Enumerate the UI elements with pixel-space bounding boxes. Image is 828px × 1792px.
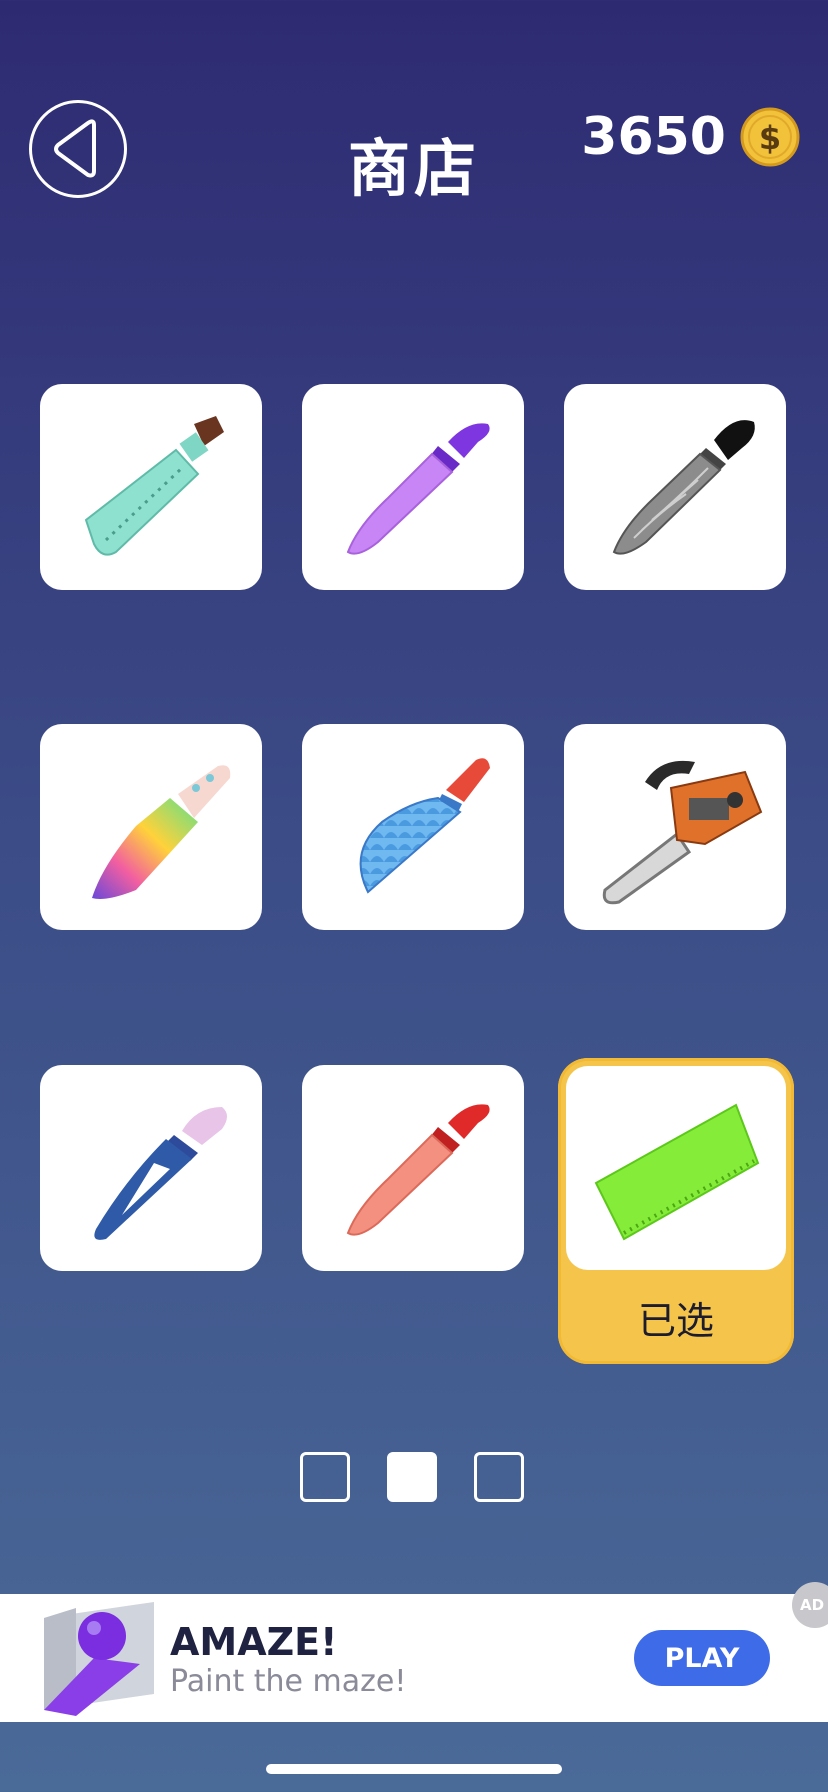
page-indicator-2[interactable] bbox=[387, 1452, 437, 1502]
chef-knife-purple-icon bbox=[346, 423, 490, 555]
shop-item-9[interactable] bbox=[566, 1066, 786, 1270]
chainsaw-icon bbox=[602, 760, 763, 905]
ad-subtitle: Paint the maze! bbox=[170, 1664, 407, 1699]
page-indicator-1[interactable] bbox=[300, 1452, 350, 1502]
ad-play-button[interactable]: PLAY bbox=[634, 1630, 770, 1686]
hollow-blue-knife-icon bbox=[94, 1107, 227, 1240]
shop-item-1[interactable] bbox=[40, 384, 262, 590]
shop-item-6[interactable] bbox=[564, 724, 786, 930]
cleaver-knife-teal-icon bbox=[84, 416, 224, 556]
amaze-app-icon bbox=[44, 1602, 154, 1716]
shop-item-4[interactable] bbox=[40, 724, 262, 930]
coin-balance: 3650 $ bbox=[581, 102, 800, 172]
shop-item-7[interactable] bbox=[40, 1065, 262, 1271]
ad-title: AMAZE! bbox=[170, 1620, 338, 1664]
rainbow-knife-icon bbox=[92, 765, 231, 899]
shop-item-8[interactable] bbox=[302, 1065, 524, 1271]
coin-icon: $ bbox=[740, 107, 800, 167]
scaled-blade-knife-icon bbox=[359, 758, 490, 894]
shop-item-5[interactable] bbox=[302, 724, 524, 930]
shop-item-2[interactable] bbox=[302, 384, 524, 590]
shop-item-3[interactable] bbox=[564, 384, 786, 590]
home-indicator[interactable] bbox=[266, 1764, 562, 1774]
damascus-knife-icon bbox=[612, 420, 755, 555]
selected-label: 已选 bbox=[637, 1299, 714, 1343]
green-ruler-blade-icon bbox=[594, 1103, 760, 1241]
svg-text:$: $ bbox=[759, 119, 781, 157]
chef-knife-red-icon bbox=[346, 1104, 490, 1236]
coin-count: 3650 bbox=[581, 107, 726, 167]
page-indicator-3[interactable] bbox=[474, 1452, 524, 1502]
